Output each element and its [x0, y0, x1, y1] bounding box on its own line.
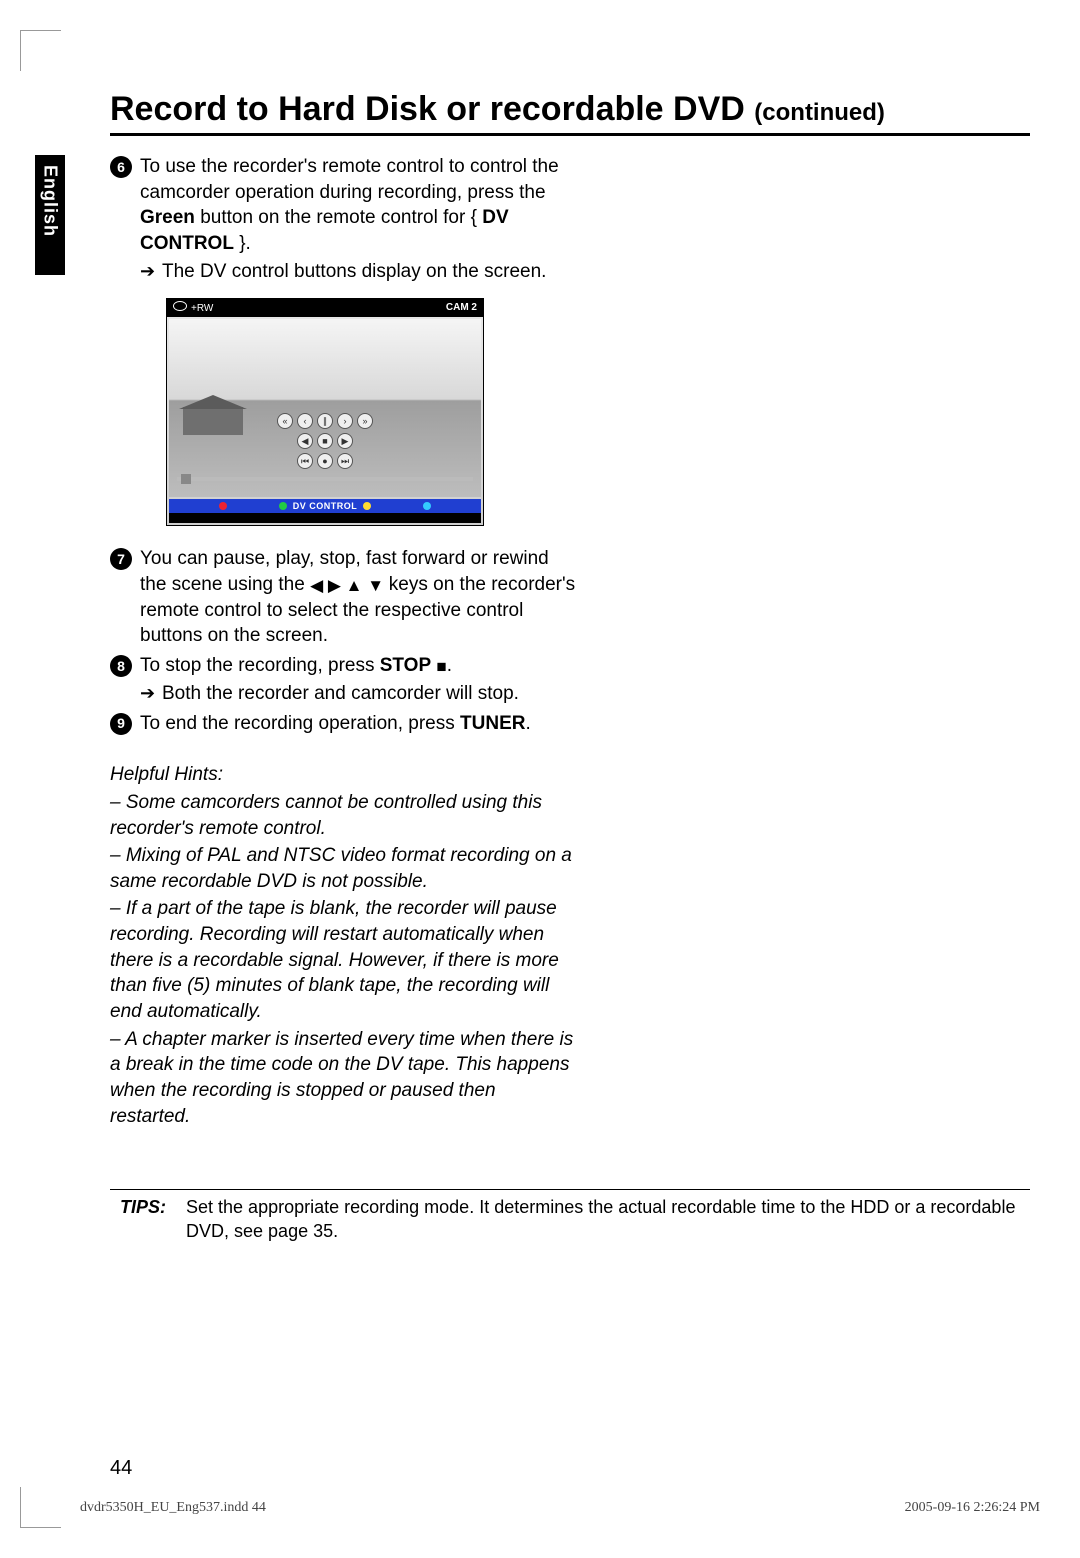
step-6-text: To use the recorder's remote control to … — [140, 154, 580, 257]
s6-post: }. — [234, 233, 251, 254]
page-number: 44 — [110, 1457, 132, 1480]
frame-back-icon: ‹ — [297, 413, 313, 429]
helpful-hints: Helpful Hints: – Some camcorders cannot … — [110, 762, 580, 1129]
title-main: Record to Hard Disk or recordable DVD — [110, 90, 754, 128]
play-back-icon: ◀ — [297, 433, 313, 449]
step-number-8: 8 — [110, 655, 132, 677]
green-dot-icon — [279, 502, 287, 510]
rewind-icon: « — [277, 413, 293, 429]
title-continued: (continued) — [754, 99, 885, 126]
arrow-icon: ➔ — [140, 259, 162, 283]
s6-green: Green — [140, 207, 195, 228]
s9-post: . — [525, 713, 530, 734]
step-9-text: To end the recording operation, press TU… — [140, 711, 580, 737]
step-6-result: ➔ The DV control buttons display on the … — [140, 259, 580, 285]
screen-color-bar: DV CONTROL — [169, 499, 481, 513]
page-title: Record to Hard Disk or recordable DVD (c… — [70, 90, 1030, 129]
control-row-2: ◀ ■ ▶ — [167, 433, 483, 449]
tips-rule — [110, 1189, 1030, 1190]
screen-black-bar — [169, 513, 481, 523]
slider-knob — [181, 474, 191, 484]
language-tab: English — [35, 155, 65, 275]
red-dot-icon — [219, 502, 227, 510]
step-number-7: 7 — [110, 548, 132, 570]
tips-label: TIPS: — [120, 1196, 166, 1243]
yellow-dot-icon — [363, 502, 371, 510]
screen-topbar: +RW CAM 2 — [167, 299, 483, 317]
control-row-1: « ‹ ∥ › » — [167, 413, 483, 429]
crop-mark-bottom-left — [20, 1487, 61, 1528]
blue-dot-icon — [423, 502, 431, 510]
tips-text: Set the appropriate recording mode. It d… — [186, 1196, 1020, 1243]
step-8: 8 To stop the recording, press STOP ■. — [110, 653, 580, 679]
hint-1: – Some camcorders cannot be controlled u… — [110, 790, 580, 841]
nav-arrows-icon: ◀ ▶ ▲ ▼ — [310, 576, 389, 595]
step-number-9: 9 — [110, 713, 132, 735]
s8-pre: To stop the recording, press — [140, 655, 380, 676]
pause-icon: ∥ — [317, 413, 333, 429]
s8-stop: STOP — [380, 655, 431, 676]
s6-pre: To use the recorder's remote control to … — [140, 156, 559, 203]
step-7: 7 You can pause, play, stop, fast forwar… — [110, 546, 580, 649]
record-icon: ● — [317, 453, 333, 469]
step-8-text: To stop the recording, press STOP ■. — [140, 653, 580, 679]
s8-arrow-text: Both the recorder and camcorder will sto… — [162, 681, 580, 707]
cam-label: CAM 2 — [446, 301, 477, 315]
hint-4: – A chapter marker is inserted every tim… — [110, 1027, 580, 1130]
arrow-icon: ➔ — [140, 681, 162, 705]
s6-mid: button on the remote control for { — [195, 207, 482, 228]
skip-fwd-icon: ⏭ — [337, 453, 353, 469]
progress-slider — [177, 477, 473, 481]
hint-3: – If a part of the tape is blank, the re… — [110, 896, 580, 1024]
tips-row: TIPS: Set the appropriate recording mode… — [120, 1196, 1020, 1243]
disc-indicator: +RW — [173, 301, 213, 316]
body-column: 6 To use the recorder's remote control t… — [110, 154, 580, 1129]
hints-title: Helpful Hints: — [110, 762, 580, 788]
source-file-footer: dvdr5350H_EU_Eng537.indd 44 — [80, 1500, 266, 1516]
step-8-result: ➔ Both the recorder and camcorder will s… — [140, 681, 580, 707]
crop-mark-top-left — [20, 30, 61, 71]
timestamp-footer: 2005-09-16 2:26:24 PM — [905, 1500, 1040, 1516]
step-7-text: You can pause, play, stop, fast forward … — [140, 546, 580, 649]
stop-square-icon: ■ — [436, 657, 446, 676]
s6-arrow-text: The DV control buttons display on the sc… — [162, 259, 580, 285]
fast-fwd-icon: » — [357, 413, 373, 429]
hint-2: – Mixing of PAL and NTSC video format re… — [110, 843, 580, 894]
control-row-3: ⏮ ● ⏭ — [167, 453, 483, 469]
skip-back-icon: ⏮ — [297, 453, 313, 469]
dv-control-label: DV CONTROL — [293, 500, 358, 512]
dv-control-screenshot: +RW CAM 2 « ‹ ∥ › » ◀ ■ ▶ ⏮ ● ⏭ — [166, 298, 484, 526]
stop-icon: ■ — [317, 433, 333, 449]
play-icon: ▶ — [337, 433, 353, 449]
step-number-6: 6 — [110, 156, 132, 178]
page-content: Record to Hard Disk or recordable DVD (c… — [70, 40, 1030, 1243]
step-9: 9 To end the recording operation, press … — [110, 711, 580, 737]
step-6: 6 To use the recorder's remote control t… — [110, 154, 580, 257]
s9-tuner: TUNER — [460, 713, 525, 734]
rw-label: +RW — [191, 303, 213, 314]
scene-image — [169, 319, 481, 497]
frame-fwd-icon: › — [337, 413, 353, 429]
s9-pre: To end the recording operation, press — [140, 713, 460, 734]
title-rule — [110, 133, 1030, 136]
s8-post: . — [447, 655, 452, 676]
